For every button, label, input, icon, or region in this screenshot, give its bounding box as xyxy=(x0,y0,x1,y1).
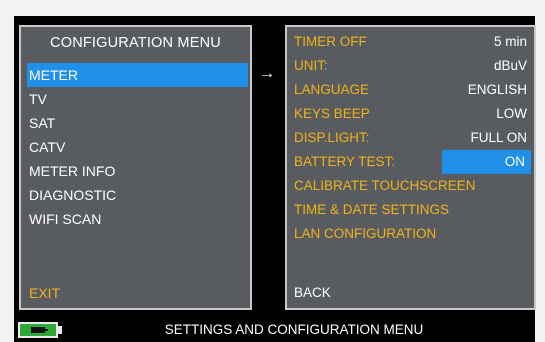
setting-value: LOW xyxy=(496,106,527,121)
time-date-settings-item[interactable]: TIME & DATE SETTINGS xyxy=(292,198,531,222)
setting-value: dBuV xyxy=(493,58,527,73)
setting-row-unit[interactable]: UNIT: dBuV xyxy=(292,54,531,78)
meter-settings-panel: TIMER OFF 5 min UNIT: dBuV LANGUAGE ENGL… xyxy=(285,25,536,310)
setting-row-language[interactable]: LANGUAGE ENGLISH xyxy=(292,78,531,102)
plug-icon xyxy=(31,327,48,333)
menu-item-catv[interactable]: CATV xyxy=(27,135,248,159)
back-button[interactable]: BACK xyxy=(292,281,531,305)
menu-item-diagnostic[interactable]: DIAGNOSTIC xyxy=(27,183,248,207)
top-bezel xyxy=(0,0,545,16)
screen: CONFIGURATION MENU METER TV SAT CATV MET… xyxy=(0,0,545,342)
left-bezel xyxy=(0,0,14,342)
setting-label: TIMER OFF xyxy=(294,34,367,49)
setting-row-disp-light[interactable]: DISP.LIGHT: FULL ON xyxy=(292,126,531,150)
calibrate-touchscreen-item[interactable]: CALIBRATE TOUCHSCREEN xyxy=(292,174,531,198)
setting-label: LANGUAGE xyxy=(294,82,370,97)
setting-value: 5 min xyxy=(493,34,527,49)
menu-item-meter-info[interactable]: METER INFO xyxy=(27,159,248,183)
battery-charging-icon xyxy=(18,322,58,338)
menu-item-tv[interactable]: TV xyxy=(27,87,248,111)
setting-value: FULL ON xyxy=(470,130,527,145)
exit-button[interactable]: EXIT xyxy=(27,281,248,305)
setting-value-selected[interactable]: ON xyxy=(442,150,531,174)
configuration-menu-title: CONFIGURATION MENU xyxy=(50,35,221,51)
status-text: SETTINGS AND CONFIGURATION MENU xyxy=(164,322,424,337)
setting-label: CALIBRATE TOUCHSCREEN xyxy=(294,178,476,193)
setting-label: BATTERY TEST: xyxy=(294,154,396,169)
right-bezel xyxy=(535,0,545,342)
setting-label: UNIT: xyxy=(294,58,328,73)
setting-label: KEYS BEEP xyxy=(294,106,370,121)
status-bar: SETTINGS AND CONFIGURATION MENU xyxy=(14,318,535,342)
menu-item-wifi-scan[interactable]: WIFI SCAN xyxy=(27,207,248,231)
lan-configuration-item[interactable]: LAN CONFIGURATION xyxy=(292,222,531,246)
menu-item-sat[interactable]: SAT xyxy=(27,111,248,135)
submenu-arrow-icon: → xyxy=(259,65,275,82)
setting-row-timer-off[interactable]: TIMER OFF 5 min xyxy=(292,30,531,54)
setting-row-keys-beep[interactable]: KEYS BEEP LOW xyxy=(292,102,531,126)
battery-tip xyxy=(58,326,62,334)
setting-label: LAN CONFIGURATION xyxy=(294,226,437,241)
configuration-menu-panel: CONFIGURATION MENU METER TV SAT CATV MET… xyxy=(19,25,252,310)
back-label: BACK xyxy=(294,285,331,300)
setting-label: DISP.LIGHT: xyxy=(294,130,370,145)
setting-row-battery-test[interactable]: BATTERY TEST: ON xyxy=(292,150,531,174)
menu-item-meter[interactable]: METER xyxy=(27,63,248,87)
setting-value: ENGLISH xyxy=(467,82,527,97)
setting-label: TIME & DATE SETTINGS xyxy=(294,202,450,217)
